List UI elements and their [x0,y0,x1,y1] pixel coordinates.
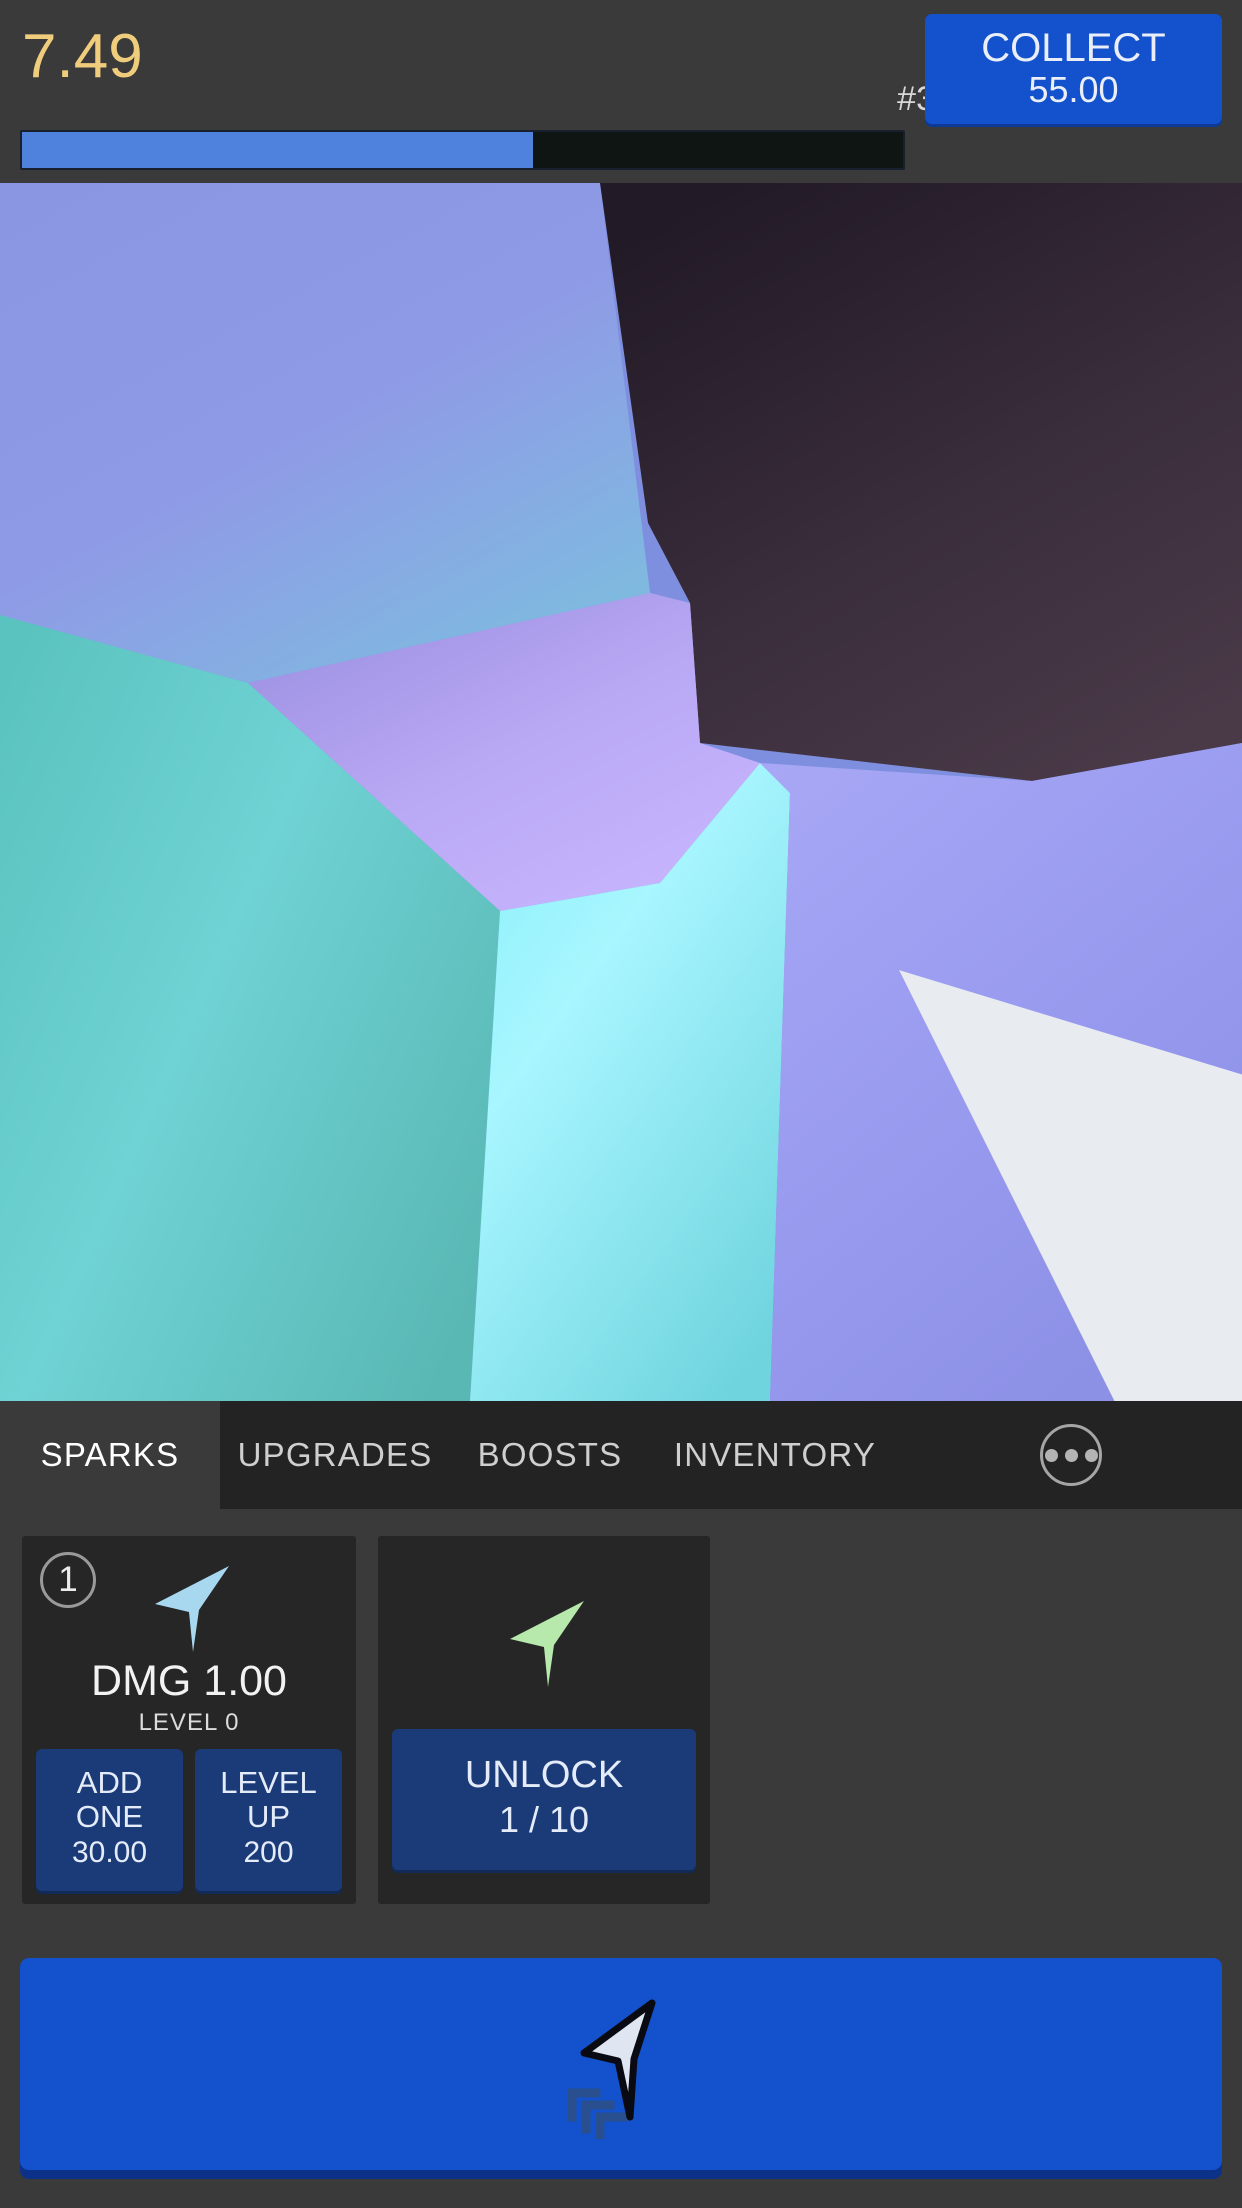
spark-card-actions: ADD ONE 30.00 LEVEL UP 200 [22,1749,356,1905]
add-one-button[interactable]: ADD ONE 30.00 [36,1749,183,1891]
tab-boosts[interactable]: BOOSTS [450,1401,650,1509]
progress-bar-fill [22,132,533,168]
spark-card[interactable]: 1 DMG 1.00 LEVEL 0 ADD ONE 30.00 LEVEL U… [22,1536,356,1904]
spark-card-panel: 1 DMG 1.00 LEVEL 0 ADD ONE 30.00 LEVEL U… [0,1509,1242,1921]
spark-card-level: LEVEL 0 [138,1709,240,1736]
collect-button-label: COLLECT [981,26,1166,71]
rank-display: #3 [897,80,935,118]
progress-bar-track [20,130,905,170]
ellipsis-dot [1064,1448,1078,1462]
ellipsis-dot [1044,1448,1058,1462]
unlock-progress: 1 / 10 [498,1799,590,1840]
tab-inventory[interactable]: INVENTORY [650,1401,900,1509]
top-status-bar: 7.49 #3 COLLECT 55.00 [0,0,1242,180]
tab-more-container [900,1401,1242,1509]
ellipsis-icon[interactable] [1040,1424,1102,1486]
tab-sparks[interactable]: SPARKS [0,1401,220,1509]
cell-blue [0,183,650,683]
click-cursor-icon [567,1999,656,2139]
level-up-cost: 200 [243,1836,294,1870]
green-arrow-icon [510,1600,584,1687]
ellipsis-dot [1084,1448,1098,1462]
spark-card-art [378,1536,710,1729]
score-display: 7.49 [22,22,143,91]
unlock-button[interactable]: UNLOCK 1 / 10 [392,1729,696,1870]
tab-upgrades[interactable]: UPGRADES [220,1401,450,1509]
cell-periwinkle [760,743,1242,1401]
unlock-label: UNLOCK [464,1754,624,1797]
level-up-label: LEVEL UP [220,1765,317,1835]
game-viewport[interactable] [0,183,1242,1401]
spark-card-title: DMG 1.00 [91,1657,287,1705]
blue-arrow-icon [155,1566,229,1652]
tab-bar: SPARKS UPGRADES BOOSTS INVENTORY [0,1401,1242,1509]
main-click-button[interactable] [20,1958,1222,2170]
spark-card-actions: UNLOCK 1 / 10 [378,1729,710,1904]
spark-card-locked[interactable]: UNLOCK 1 / 10 [378,1536,710,1904]
level-up-button[interactable]: LEVEL UP 200 [195,1749,342,1891]
add-one-cost: 30.00 [71,1836,148,1870]
collect-button-value: 55.00 [1028,69,1119,111]
game-screen: 7.49 #3 COLLECT 55.00 SPARKS UPGRADES BO… [0,0,1242,2208]
add-one-label: ADD ONE [75,1765,144,1835]
spark-card-badge: 1 [40,1552,96,1608]
voronoi-cells-graphic [0,183,1242,1401]
collect-button[interactable]: COLLECT 55.00 [925,14,1222,124]
